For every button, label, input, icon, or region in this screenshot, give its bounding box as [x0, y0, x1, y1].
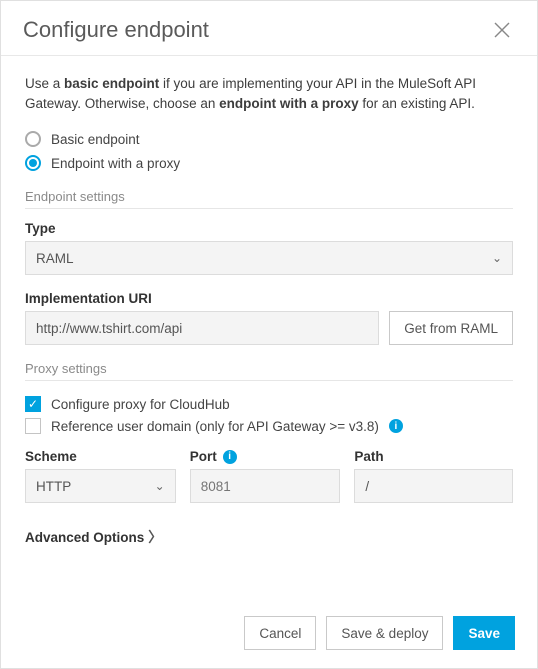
chevron-down-icon: ⌄	[155, 479, 165, 493]
advanced-options-label: Advanced Options	[25, 530, 144, 545]
radio-basic-label: Basic endpoint	[51, 132, 140, 147]
modal-header: Configure endpoint	[1, 1, 537, 56]
configure-endpoint-modal: Configure endpoint Use a basic endpoint …	[0, 0, 538, 669]
radio-basic-endpoint[interactable]: Basic endpoint	[25, 127, 513, 151]
get-from-raml-button[interactable]: Get from RAML	[389, 311, 513, 345]
modal-title: Configure endpoint	[23, 17, 209, 43]
path-label: Path	[354, 449, 513, 464]
checkbox-cloudhub-label: Configure proxy for CloudHub	[51, 397, 230, 412]
path-input[interactable]	[354, 469, 513, 503]
save-deploy-button[interactable]: Save & deploy	[326, 616, 443, 650]
chevron-down-icon: ⌄	[492, 251, 502, 265]
close-button[interactable]	[489, 17, 515, 43]
info-icon[interactable]: i	[223, 450, 237, 464]
proxy-settings-heading: Proxy settings	[25, 361, 513, 381]
cancel-button[interactable]: Cancel	[244, 616, 316, 650]
chevron-right-icon: 〉	[148, 527, 162, 547]
scheme-field: Scheme HTTP ⌄	[25, 449, 176, 503]
modal-footer: Cancel Save & deploy Save	[1, 602, 537, 668]
proxy-checkboxes: ✓ Configure proxy for CloudHub ✓ Referen…	[25, 393, 513, 437]
implementation-uri-input[interactable]	[25, 311, 379, 345]
checkbox-icon: ✓	[25, 396, 41, 412]
close-icon	[493, 21, 511, 39]
implementation-uri-field: Implementation URI Get from RAML	[25, 291, 513, 345]
save-button[interactable]: Save	[453, 616, 515, 650]
port-input	[190, 469, 341, 503]
port-label-text: Port	[190, 449, 217, 464]
scheme-label: Scheme	[25, 449, 176, 464]
implementation-uri-label: Implementation URI	[25, 291, 513, 306]
port-label: Port i	[190, 449, 341, 464]
intro-text: Use a basic endpoint if you are implemen…	[25, 74, 513, 113]
endpoint-type-radio-group: Basic endpoint Endpoint with a proxy	[25, 127, 513, 175]
path-field: Path	[354, 449, 513, 503]
modal-body: Use a basic endpoint if you are implemen…	[1, 56, 537, 602]
scheme-select-value: HTTP	[36, 479, 71, 494]
scheme-port-path-row: Scheme HTTP ⌄ Port i Path	[25, 449, 513, 503]
intro-bold2: endpoint with a proxy	[219, 96, 359, 111]
radio-proxy-label: Endpoint with a proxy	[51, 156, 180, 171]
intro-part1: Use a	[25, 76, 64, 91]
info-icon[interactable]: i	[389, 419, 403, 433]
type-select[interactable]: RAML ⌄	[25, 241, 513, 275]
intro-bold1: basic endpoint	[64, 76, 159, 91]
type-select-value: RAML	[36, 251, 74, 266]
radio-proxy-endpoint[interactable]: Endpoint with a proxy	[25, 151, 513, 175]
advanced-options-toggle[interactable]: Advanced Options 〉	[25, 527, 513, 547]
type-field: Type RAML ⌄	[25, 221, 513, 275]
scheme-select[interactable]: HTTP ⌄	[25, 469, 176, 503]
checkbox-icon: ✓	[25, 418, 41, 434]
port-field: Port i	[190, 449, 341, 503]
intro-part3: for an existing API.	[359, 96, 475, 111]
type-label: Type	[25, 221, 513, 236]
checkbox-cloudhub[interactable]: ✓ Configure proxy for CloudHub	[25, 393, 513, 415]
radio-icon	[25, 155, 41, 171]
radio-icon	[25, 131, 41, 147]
checkbox-reference-domain[interactable]: ✓ Reference user domain (only for API Ga…	[25, 415, 513, 437]
endpoint-settings-heading: Endpoint settings	[25, 189, 513, 209]
checkbox-domain-label: Reference user domain (only for API Gate…	[51, 419, 379, 434]
